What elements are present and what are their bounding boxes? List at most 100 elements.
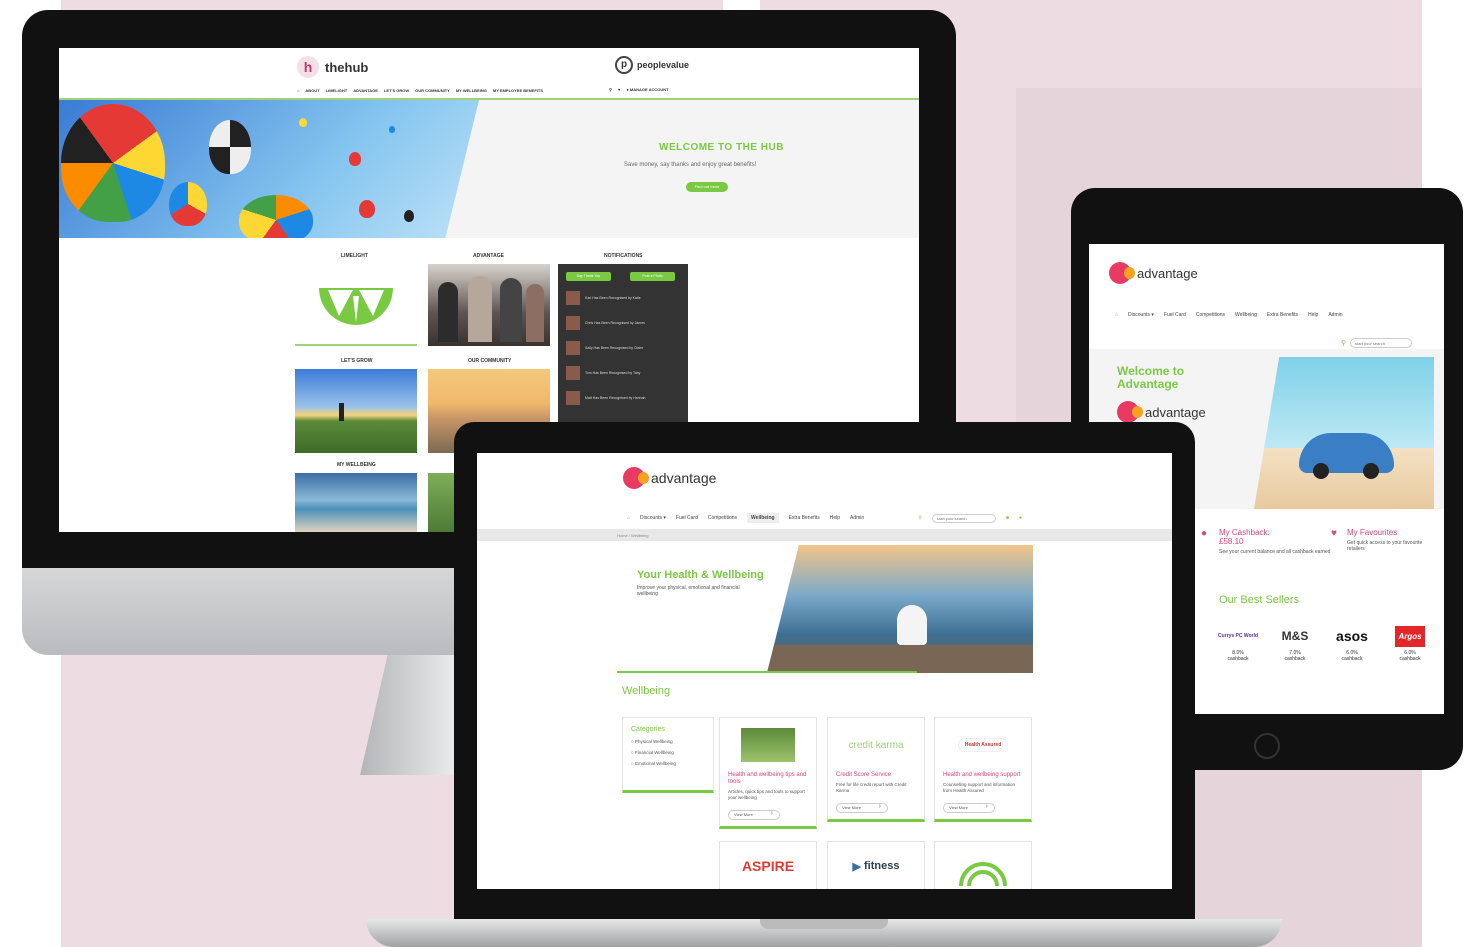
home-icon[interactable]: ⌂ <box>297 88 299 93</box>
notification-item[interactable]: Tom Has Been Recognised by Toby <box>566 363 684 383</box>
section-title-notifications: NOTIFICATIONS <box>604 253 643 259</box>
my-favourites-title: My Favourites <box>1347 528 1398 537</box>
laptop-nav-extra-benefits[interactable]: Extra Benefits <box>789 515 820 521</box>
user-icon[interactable]: ● <box>1019 515 1022 521</box>
notification-item[interactable]: Chris Has Been Recognised by James <box>566 313 684 333</box>
avatar <box>566 366 580 380</box>
hub-nav-about[interactable]: ABOUT <box>305 88 319 93</box>
notification-item[interactable]: Matt Has Been Recognised by Hannah <box>566 388 684 408</box>
hub-logo[interactable]: h thehub <box>297 56 368 78</box>
tablet-home-button[interactable] <box>1254 733 1280 759</box>
argos-logo: Argos <box>1387 622 1433 650</box>
categories-box: Categories ○ Physical Wellbeing ○ Financ… <box>622 717 714 793</box>
tablet-hero-title-line2: Advantage <box>1117 377 1179 391</box>
tablet-nav-fuel-card[interactable]: Fuel Card <box>1164 312 1186 318</box>
seller-label: cashback <box>1284 656 1306 662</box>
laptop-nav-competitions[interactable]: Competitions <box>708 515 737 521</box>
hero-balloons-image <box>59 100 479 238</box>
category-item[interactable]: ○ Emotional Wellbeing <box>631 761 705 766</box>
search-icon[interactable]: ⚲ <box>609 87 612 92</box>
seller-label: cashback <box>1227 656 1249 662</box>
notification-item[interactable]: Karl Has Been Recognised by Katie <box>566 288 684 308</box>
seller-argos[interactable]: Argos 6.0% cashback <box>1387 622 1433 662</box>
laptop-hero-text: Improve your physical, emotional and fin… <box>637 585 740 597</box>
seller-currys[interactable]: Currys PC World 8.0% cashback <box>1215 622 1261 662</box>
say-thank-you-button[interactable]: Say Thank You <box>566 272 611 281</box>
my-favourites-feature[interactable]: ♥ My Favourites Get quick access to your… <box>1331 528 1437 552</box>
my-wellbeing-tile[interactable] <box>295 473 417 532</box>
view-more-button[interactable]: View More <box>943 803 995 813</box>
card-logo: Health Assured <box>935 718 1031 772</box>
tablet-hero-title: Welcome to Advantage <box>1117 365 1184 391</box>
hero-meditation-image <box>767 545 1033 673</box>
rings-logo-icon <box>959 862 1007 886</box>
peoplevalue-logo-mark: p <box>615 56 633 74</box>
laptop-nav-fuel-card[interactable]: Fuel Card <box>676 515 698 521</box>
tablet-nav-admin[interactable]: Admin <box>1328 312 1342 318</box>
card-text: Free for life credit report with Credit … <box>836 782 907 793</box>
category-item[interactable]: ○ Financial Wellbeing <box>631 750 705 755</box>
laptop-nav-admin[interactable]: Admin <box>850 515 864 521</box>
home-icon[interactable]: ⌂ <box>627 515 630 521</box>
advantage-logo-mark <box>1109 262 1135 284</box>
hub-logo-mark: h <box>297 56 319 78</box>
find-out-more-button[interactable]: Find out more <box>686 182 728 192</box>
view-more-button[interactable]: View More <box>728 810 780 820</box>
my-cashback-text: See your current balance and all cashbac… <box>1219 549 1331 555</box>
section-title-my-wellbeing: MY WELLBEING <box>337 462 376 468</box>
post-a-photo-button[interactable]: Post a Photo <box>630 272 675 281</box>
hub-nav-advantage[interactable]: ADVANTAGE <box>353 88 378 93</box>
section-title-advantage: ADVANTAGE <box>473 253 504 259</box>
tablet-nav-competitions[interactable]: Competitions <box>1196 312 1225 318</box>
manage-account-link[interactable]: ● MANAGE ACCOUNT <box>626 87 668 92</box>
hub-nav-lets-grow[interactable]: LET'S GROW <box>384 88 409 93</box>
wellbeing-card[interactable]: Health and wellbeing tips and tools Arti… <box>719 717 817 829</box>
wellbeing-section-title: Wellbeing <box>622 685 671 697</box>
hub-hero-subtitle: Save money, say thanks and enjoy great b… <box>624 162 757 168</box>
wellbeing-card[interactable]: credit karma Credit Score Service Free f… <box>827 717 925 822</box>
hub-hero: WELCOME TO THE HUB Save money, say thank… <box>59 100 919 238</box>
piggy-bank-icon: ● <box>1201 528 1208 539</box>
lets-grow-tile[interactable] <box>295 369 417 453</box>
my-cashback-feature[interactable]: ● My Cashback: £58.10 See your current b… <box>1201 528 1339 555</box>
card-image <box>720 718 816 772</box>
aspire-card[interactable]: ASPIRE <box>719 841 817 889</box>
wellbeing-card[interactable]: Health Assured Health and wellbeing supp… <box>934 717 1032 822</box>
tablet-nav-discounts[interactable]: Discounts ▾ <box>1128 312 1154 318</box>
basket-icon[interactable]: ■ <box>1006 515 1009 521</box>
category-item[interactable]: ○ Physical Wellbeing <box>631 739 705 744</box>
card-text: Articles, quick tips and tools to suppor… <box>728 789 805 800</box>
search-icon[interactable]: ⚲ <box>918 515 922 521</box>
search-icon[interactable]: ⚲ <box>1341 339 1346 347</box>
laptop-search-input[interactable] <box>931 513 996 523</box>
laptop-nav-wellbeing[interactable]: Wellbeing <box>747 513 779 523</box>
tablet-hero-advantage-logo: advantage <box>1117 401 1206 423</box>
limelight-tile[interactable] <box>295 264 417 346</box>
tablet-nav-wellbeing[interactable]: Wellbeing <box>1235 312 1257 318</box>
home-icon[interactable]: ⌂ <box>1115 312 1118 318</box>
advantage-logo-text: advantage <box>651 470 717 486</box>
view-more-button[interactable]: View More <box>836 803 888 813</box>
partner-card[interactable] <box>934 841 1032 889</box>
notification-item[interactable]: Sally Has Been Recognised by Claire <box>566 338 684 358</box>
hub-nav-my-wellbeing[interactable]: MY WELLBEING <box>456 88 487 93</box>
tablet-nav-help[interactable]: Help <box>1308 312 1318 318</box>
manage-account-label: MANAGE ACCOUNT <box>629 87 669 92</box>
hub-nav-my-employee-benefits[interactable]: MY EMPLOYEE BENEFITS <box>493 88 543 93</box>
hub-nav-limelight[interactable]: LIMELIGHT <box>326 88 348 93</box>
laptop-nav: ⌂ Discounts ▾ Fuel Card Competitions Wel… <box>627 513 1022 523</box>
seller-ms[interactable]: M&S 7.0% cashback <box>1272 622 1318 662</box>
seller-asos[interactable]: asos 6.0% cashback <box>1329 622 1375 662</box>
advantage-tile[interactable] <box>428 264 550 346</box>
laptop-nav-discounts[interactable]: Discounts ▾ <box>640 515 666 521</box>
notifications-panel: Say Thank You Post a Photo Karl Has Been… <box>558 264 688 424</box>
tablet-nav-extra-benefits[interactable]: Extra Benefits <box>1267 312 1298 318</box>
tablet-search-input[interactable] <box>1350 338 1413 348</box>
fitness-card[interactable]: ▶ fitness <box>827 841 925 889</box>
laptop-nav-help[interactable]: Help <box>830 515 840 521</box>
hub-nav-our-community[interactable]: OUR COMMUNITY <box>415 88 450 93</box>
play-icon: ▶ <box>852 860 861 873</box>
advantage-logo[interactable]: advantage <box>623 467 716 489</box>
heart-icon[interactable]: ♥ <box>618 87 620 92</box>
advantage-logo[interactable]: advantage <box>1109 262 1198 284</box>
